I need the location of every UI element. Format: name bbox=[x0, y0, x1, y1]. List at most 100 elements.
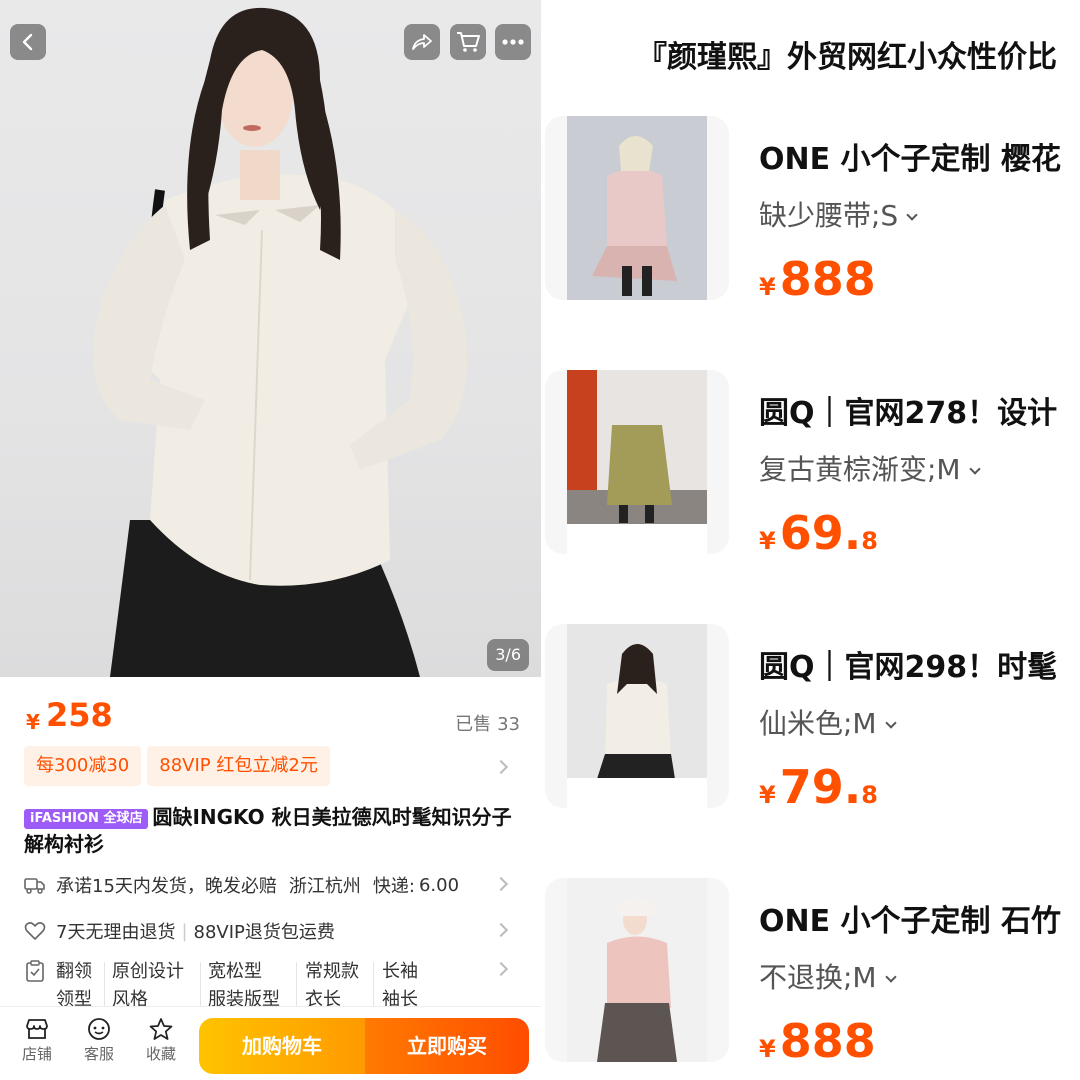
sold-label: 已售 bbox=[455, 714, 492, 735]
price-integer: 888 bbox=[779, 1014, 876, 1068]
attribute-value: 原创设计 bbox=[112, 961, 184, 982]
price-value: 258 bbox=[46, 696, 113, 734]
shipping-promise: 承诺15天内发货，晚发必赔 bbox=[56, 876, 277, 897]
cart-button[interactable] bbox=[450, 24, 486, 60]
item-sku[interactable]: 仙米色;M bbox=[759, 702, 897, 742]
item-sku[interactable]: 缺少腰带;S bbox=[759, 194, 918, 234]
service-label: 客服 bbox=[83, 1045, 114, 1063]
sold-value: 33 bbox=[497, 714, 520, 735]
favorite-label: 收藏 bbox=[145, 1045, 176, 1063]
product-detail-panel: 3/6 ¥ 258 已售 33 每300减30 88VIP 红包立减2元 iFAS… bbox=[0, 0, 541, 1080]
price-row: ¥ 258 已售 33 bbox=[24, 696, 520, 736]
price-decimal: 8 bbox=[861, 527, 878, 555]
buy-now-button[interactable]: 立即购买 bbox=[365, 1018, 529, 1074]
product-photo bbox=[567, 370, 707, 554]
price-currency: ¥ bbox=[759, 781, 776, 809]
price-currency: ¥ bbox=[759, 527, 776, 555]
chevron-right-icon[interactable] bbox=[493, 759, 509, 775]
chevron-down-icon bbox=[906, 209, 918, 221]
attribute-value: 翻领 bbox=[56, 961, 92, 982]
divider: | bbox=[181, 920, 188, 942]
attribute-value: 宽松型 bbox=[208, 961, 262, 982]
price-currency: ¥ bbox=[26, 710, 40, 734]
list-item[interactable]: 圆Q｜官网278！设计 复古黄棕渐变;M ¥69.8 bbox=[541, 370, 1080, 570]
item-sku[interactable]: 复古黄棕渐变;M bbox=[759, 448, 981, 488]
shipping-row[interactable]: 承诺15天内发货，晚发必赔 浙江杭州 快递: 6.00 bbox=[24, 872, 520, 898]
share-icon bbox=[412, 34, 432, 50]
promo-tags[interactable]: 每300减30 88VIP 红包立减2元 bbox=[24, 746, 330, 786]
item-price: ¥69.8 bbox=[759, 506, 878, 560]
store-button[interactable]: 店铺 bbox=[12, 1017, 62, 1064]
heart-icon bbox=[24, 920, 46, 942]
express-label: 快递: bbox=[372, 876, 415, 897]
divider bbox=[373, 962, 374, 1010]
cart-icon bbox=[457, 32, 480, 52]
service-button[interactable]: 客服 bbox=[74, 1017, 124, 1064]
sku-text: 仙米色;M bbox=[759, 707, 877, 740]
sold-count: 已售 33 bbox=[455, 710, 520, 736]
more-icon bbox=[502, 39, 524, 45]
more-button[interactable] bbox=[495, 24, 531, 60]
attribute-value: 常规款 bbox=[305, 961, 359, 982]
clipboard-icon bbox=[24, 960, 46, 986]
promo-tag[interactable]: 每300减30 bbox=[24, 746, 142, 786]
sku-text: 缺少腰带;S bbox=[759, 199, 899, 232]
truck-icon bbox=[24, 874, 46, 896]
chevron-right-icon[interactable] bbox=[493, 961, 509, 977]
returns-policy: 7天无理由退货 bbox=[56, 922, 176, 943]
ifashion-badge: iFASHION 全球店 bbox=[24, 809, 149, 829]
favorite-button[interactable]: 收藏 bbox=[136, 1017, 186, 1064]
store-label: 店铺 bbox=[21, 1045, 52, 1063]
star-icon bbox=[149, 1018, 173, 1040]
price-decimal: 8 bbox=[861, 781, 878, 809]
service-icon bbox=[88, 1018, 110, 1040]
promo-tag[interactable]: 88VIP 红包立减2元 bbox=[147, 746, 330, 786]
returns-vip: 88VIP退货包运费 bbox=[193, 922, 335, 943]
product-photo bbox=[567, 878, 707, 1062]
product-thumbnail[interactable] bbox=[545, 370, 729, 554]
divider bbox=[200, 962, 201, 1010]
product-thumbnail[interactable] bbox=[545, 116, 729, 300]
price-integer: 888 bbox=[779, 252, 876, 306]
item-title[interactable]: 圆Q｜官网298！时髦 bbox=[759, 642, 1057, 686]
item-price: ¥888 bbox=[759, 252, 876, 306]
price-currency: ¥ bbox=[759, 273, 776, 301]
shop-title: 『颜瑾熙』外贸网红小众性价比 bbox=[637, 40, 1057, 75]
product-photo bbox=[567, 116, 707, 300]
returns-row[interactable]: 7天无理由退货 | 88VIP退货包运费 bbox=[24, 918, 520, 944]
sku-text: 不退换;M bbox=[759, 961, 877, 994]
price-currency: ¥ bbox=[759, 1035, 776, 1063]
product-title: iFASHION 全球店 圆缺INGKO 秋日美拉德风时髦知识分子解构衬衫 bbox=[24, 804, 524, 858]
express-fee: 6.00 bbox=[418, 874, 460, 896]
item-title[interactable]: ONE 小个子定制 石竹 bbox=[759, 896, 1061, 940]
list-item[interactable]: ONE 小个子定制 樱花 缺少腰带;S ¥888 bbox=[541, 116, 1080, 316]
share-button[interactable] bbox=[404, 24, 440, 60]
price-integer: 69. bbox=[779, 506, 862, 560]
attribute-value: 长袖 bbox=[382, 961, 418, 982]
sku-text: 复古黄棕渐变;M bbox=[759, 453, 961, 486]
item-price: ¥888 bbox=[759, 1014, 876, 1068]
list-item[interactable]: ONE 小个子定制 石竹 不退换;M ¥888 bbox=[541, 878, 1080, 1078]
product-thumbnail[interactable] bbox=[545, 878, 729, 1062]
product-image-carousel[interactable]: 3/6 bbox=[0, 0, 541, 677]
product-photo bbox=[567, 624, 707, 808]
chevron-down-icon bbox=[884, 717, 897, 729]
product-photo bbox=[92, 7, 468, 677]
item-title[interactable]: 圆Q｜官网278！设计 bbox=[759, 388, 1057, 432]
item-price: ¥79.8 bbox=[759, 760, 878, 814]
price-integer: 79. bbox=[779, 760, 862, 814]
back-icon bbox=[22, 33, 33, 51]
shop-product-list: 『颜瑾熙』外贸网红小众性价比 ONE 小个子定制 樱花 缺少腰带;S ¥888 bbox=[541, 0, 1080, 1080]
chevron-down-icon bbox=[968, 463, 981, 475]
divider bbox=[296, 962, 297, 1010]
product-thumbnail[interactable] bbox=[545, 624, 729, 808]
shipping-location: 浙江杭州 bbox=[288, 876, 361, 897]
add-to-cart-button[interactable]: 加购物车 bbox=[199, 1018, 365, 1074]
item-sku[interactable]: 不退换;M bbox=[759, 956, 897, 996]
list-item[interactable]: 圆Q｜官网298！时髦 仙米色;M ¥79.8 bbox=[541, 624, 1080, 824]
item-title[interactable]: ONE 小个子定制 樱花 bbox=[759, 134, 1061, 178]
chevron-down-icon bbox=[884, 971, 897, 983]
image-counter: 3/6 bbox=[487, 639, 529, 671]
back-button[interactable] bbox=[10, 24, 46, 60]
divider bbox=[104, 962, 105, 1010]
